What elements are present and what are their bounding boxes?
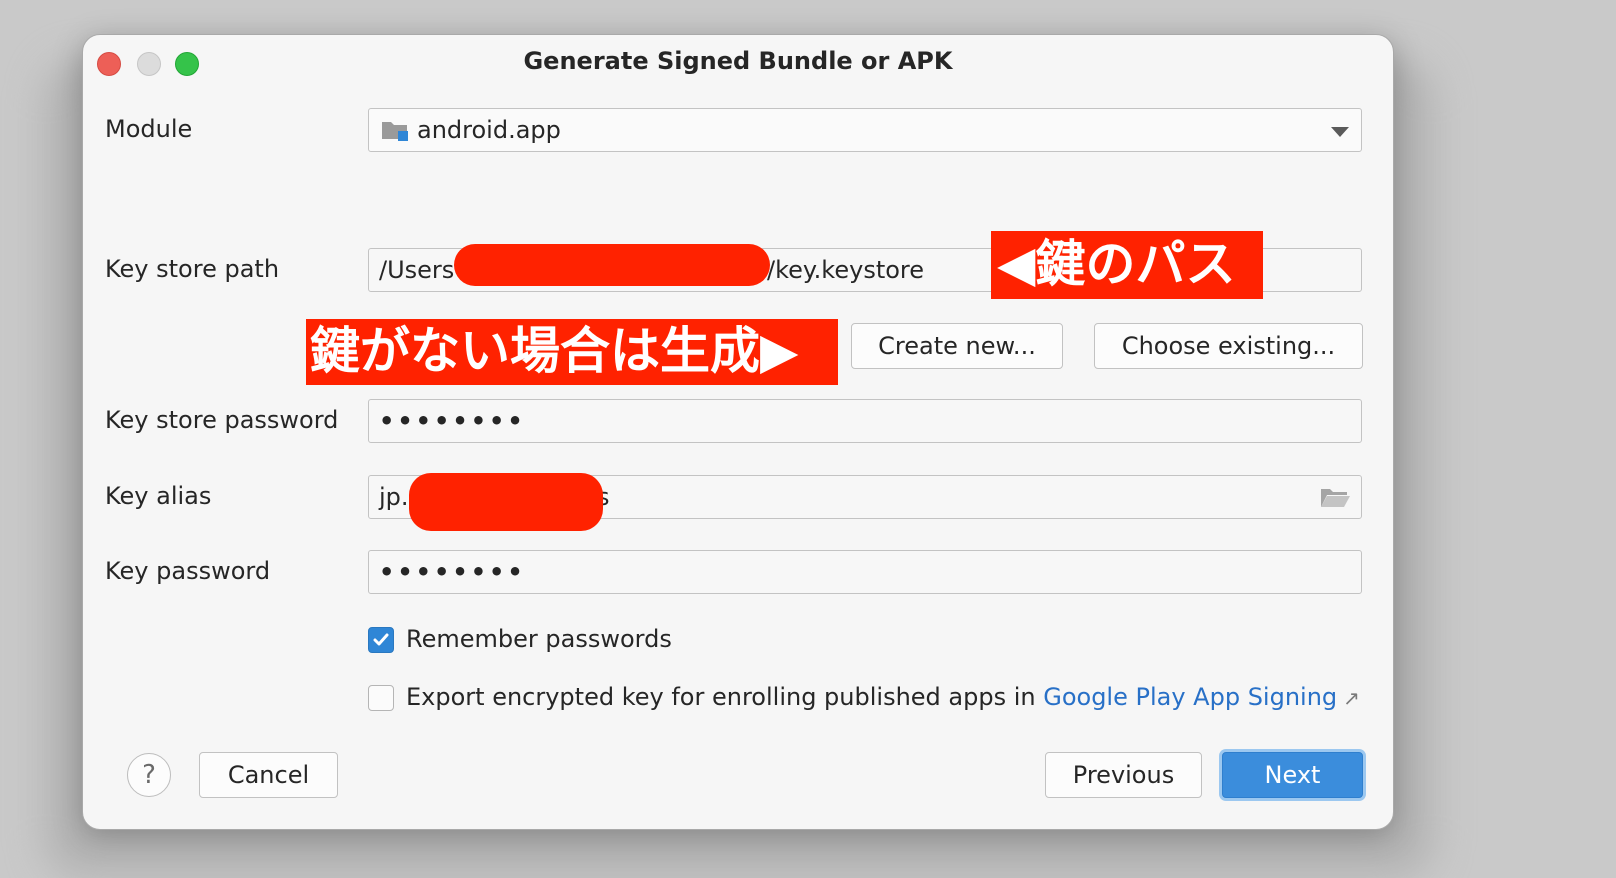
annotation-keystore-path: ◀鍵のパス bbox=[991, 231, 1263, 299]
module-select[interactable]: android.app bbox=[368, 108, 1362, 152]
key-alias-label: Key alias bbox=[105, 482, 212, 510]
redaction-keystore-path bbox=[454, 244, 770, 286]
choose-existing-button[interactable]: Choose existing... bbox=[1094, 323, 1363, 369]
google-play-signing-link[interactable]: Google Play App Signing bbox=[1043, 683, 1337, 711]
module-folder-icon bbox=[382, 122, 408, 141]
checkmark-icon bbox=[373, 633, 389, 646]
create-new-button[interactable]: Create new... bbox=[851, 323, 1063, 369]
arrow-up-right-icon: ↗ bbox=[1343, 686, 1360, 710]
redaction-key-alias bbox=[409, 473, 603, 531]
module-label: Module bbox=[105, 115, 193, 143]
keystore-password-input[interactable]: •••••••• bbox=[368, 399, 1362, 443]
previous-button[interactable]: Previous bbox=[1045, 752, 1202, 798]
key-alias-prefix: jp. bbox=[379, 483, 409, 511]
key-password-value: •••••••• bbox=[379, 558, 526, 586]
remember-passwords-checkbox[interactable] bbox=[368, 627, 394, 653]
keystore-password-value: •••••••• bbox=[379, 407, 526, 435]
keystore-path-prefix: /Users bbox=[379, 256, 455, 284]
keystore-path-label: Key store path bbox=[105, 255, 280, 283]
export-key-label-row: Export encrypted key for enrolling publi… bbox=[406, 683, 1360, 711]
folder-open-icon[interactable] bbox=[1319, 485, 1351, 509]
export-key-label: Export encrypted key for enrolling publi… bbox=[406, 683, 1044, 711]
key-password-input[interactable]: •••••••• bbox=[368, 550, 1362, 594]
key-password-label: Key password bbox=[105, 557, 271, 585]
remember-passwords-label: Remember passwords bbox=[406, 625, 672, 653]
keystore-path-suffix: /key.keystore bbox=[767, 256, 925, 284]
export-key-checkbox[interactable] bbox=[368, 685, 394, 711]
help-button[interactable]: ? bbox=[127, 753, 171, 797]
next-button[interactable]: Next bbox=[1222, 752, 1363, 798]
keystore-password-label: Key store password bbox=[105, 406, 339, 434]
annotation-create-new: 鍵がない場合は生成▶ bbox=[306, 319, 838, 385]
dialog-title: Generate Signed Bundle or APK bbox=[523, 47, 953, 75]
module-value: android.app bbox=[417, 116, 561, 144]
generate-signed-dialog: Generate Signed Bundle or APK Module and… bbox=[82, 34, 1394, 830]
cancel-button[interactable]: Cancel bbox=[199, 752, 338, 798]
chevron-down-icon[interactable] bbox=[1331, 127, 1349, 137]
